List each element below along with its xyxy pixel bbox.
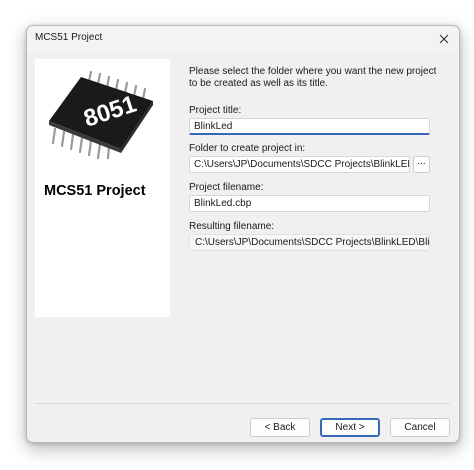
microcontroller-chip-icon: 8051 [49, 70, 153, 159]
resulting-filename-field[interactable]: C:\Users\JP\Documents\SDCC Projects\Blin… [189, 234, 430, 251]
window-title: MCS51 Project [35, 32, 103, 43]
project-filename-input[interactable]: BlinkLed.cbp [189, 195, 430, 212]
close-button[interactable] [429, 26, 459, 52]
resulting-filename-label: Resulting filename: [189, 221, 275, 232]
project-title-label: Project title: [189, 105, 242, 116]
close-icon [439, 34, 449, 44]
project-wizard-dialog: MCS51 Project 8051 MCS51 Project Please … [26, 25, 460, 443]
footer-divider [35, 403, 450, 404]
wizard-banner-panel: 8051 MCS51 Project [35, 59, 170, 317]
browse-folder-button[interactable]: ... [413, 156, 430, 173]
cancel-button[interactable]: Cancel [390, 418, 450, 437]
folder-label: Folder to create project in: [189, 143, 306, 154]
wizard-heading: MCS51 Project [44, 183, 146, 199]
back-button[interactable]: < Back [250, 418, 310, 437]
next-button[interactable]: Next > [320, 418, 380, 437]
instructions-text: Please select the folder where you want … [189, 66, 437, 89]
project-filename-label: Project filename: [189, 182, 264, 193]
folder-input[interactable]: C:\Users\JP\Documents\SDCC Projects\Blin… [189, 156, 410, 173]
project-title-input[interactable]: BlinkLed [189, 118, 430, 135]
title-bar[interactable]: MCS51 Project [27, 26, 459, 52]
